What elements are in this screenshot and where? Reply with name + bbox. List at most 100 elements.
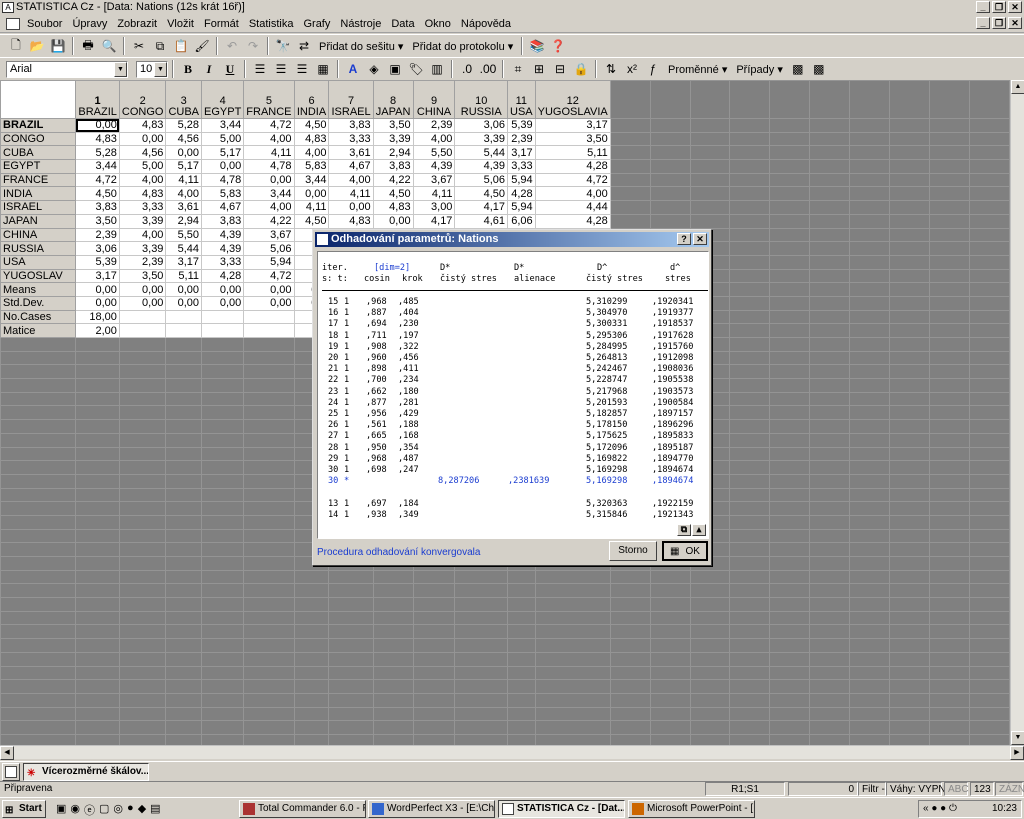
lock-icon[interactable]: 🔒 bbox=[571, 59, 591, 79]
table-cell[interactable]: 4,50 bbox=[293, 118, 330, 133]
scroll-left-icon[interactable]: ◀ bbox=[0, 746, 14, 760]
table-cell[interactable]: 0,00 bbox=[118, 282, 167, 297]
table-cell[interactable]: 0,00 bbox=[243, 282, 295, 297]
table-cell[interactable]: 4,56 bbox=[165, 131, 202, 147]
add-to-workbook-dropdown[interactable]: Přidat do sešitu ▾ bbox=[315, 40, 407, 53]
table-cell[interactable]: 3,39 bbox=[372, 131, 414, 147]
table-cell[interactable]: 0,00 bbox=[328, 200, 374, 215]
table-cell[interactable]: 4,83 bbox=[372, 200, 414, 215]
table-cell[interactable]: 3,44 bbox=[243, 186, 295, 202]
vertical-scrollbar[interactable]: ▲ ▼ bbox=[1010, 80, 1024, 745]
row-header[interactable]: INDIA bbox=[0, 186, 77, 202]
transform-icon[interactable]: x² bbox=[622, 59, 642, 79]
table-cell[interactable]: 0,00 bbox=[200, 282, 245, 297]
row-header[interactable]: USA bbox=[0, 254, 77, 270]
grid-corner[interactable] bbox=[0, 80, 77, 119]
table-cell[interactable]: 3,39 bbox=[118, 241, 167, 256]
copy-icon[interactable]: ⧉ bbox=[150, 36, 170, 56]
table-cell[interactable]: 3,00 bbox=[412, 200, 456, 215]
table-cell[interactable]: 4,72 bbox=[243, 268, 295, 284]
column-header[interactable]: 7 ISRAEL bbox=[328, 80, 374, 119]
table-cell[interactable]: 2,39 bbox=[75, 227, 120, 243]
table-cell[interactable]: 4,00 bbox=[412, 131, 456, 147]
fill-color-icon[interactable]: ◈ bbox=[364, 59, 384, 79]
ie-icon[interactable]: ⓔ bbox=[84, 802, 95, 818]
italic-button[interactable]: I bbox=[199, 59, 219, 79]
table-cell[interactable]: 3,33 bbox=[118, 200, 167, 215]
table-cell[interactable]: 4,67 bbox=[200, 200, 245, 215]
table-cell[interactable]: 0,00 bbox=[165, 282, 202, 297]
app-icon-button[interactable] bbox=[2, 763, 20, 781]
menu-item[interactable]: Vložit bbox=[162, 15, 199, 33]
table-cell[interactable]: 5,39 bbox=[507, 118, 536, 133]
task-wordperfect[interactable]: WordPerfect X3 - [E:\Ch... bbox=[368, 800, 495, 818]
table-cell[interactable]: 3,39 bbox=[454, 131, 509, 147]
table-cell[interactable]: 0,00 bbox=[75, 118, 120, 133]
menu-item[interactable]: Úpravy bbox=[67, 15, 112, 33]
table-cell[interactable]: 4,83 bbox=[118, 118, 167, 133]
cut-icon[interactable]: ✂ bbox=[129, 36, 149, 56]
cancel-button[interactable]: Storno bbox=[609, 541, 657, 561]
decimal-decrease-icon[interactable]: .00 bbox=[478, 59, 498, 79]
table-cell[interactable]: 5,50 bbox=[165, 227, 202, 243]
help-pointer-icon[interactable]: ❓ bbox=[548, 36, 568, 56]
decimal-increase-icon[interactable]: .0 bbox=[457, 59, 477, 79]
table-cell[interactable]: 5,94 bbox=[243, 254, 295, 270]
help-button[interactable]: ? bbox=[677, 233, 691, 245]
row-header[interactable]: BRAZIL bbox=[0, 118, 77, 133]
grid-pattern-2-icon[interactable]: ▩ bbox=[809, 59, 829, 79]
align-right-icon[interactable]: ☰ bbox=[292, 59, 312, 79]
doc-restore-button[interactable]: ❐ bbox=[992, 17, 1006, 29]
table-cell[interactable]: 3,61 bbox=[165, 200, 202, 215]
table-cell[interactable]: 0,00 bbox=[200, 159, 245, 174]
column-header[interactable]: 5 FRANCE bbox=[243, 80, 295, 119]
table-cell[interactable]: 4,39 bbox=[200, 241, 245, 256]
table-cell[interactable]: 4,83 bbox=[328, 213, 374, 229]
row-header[interactable]: CONGO bbox=[0, 131, 77, 147]
table-cell[interactable]: 4,50 bbox=[293, 213, 330, 229]
redo-icon[interactable]: ↷ bbox=[243, 36, 263, 56]
bold-button[interactable]: B bbox=[178, 59, 198, 79]
table-cell[interactable]: 4,78 bbox=[243, 159, 295, 174]
books-icon[interactable]: 📚 bbox=[527, 36, 547, 56]
filter-indicator[interactable]: Filtr - bbox=[858, 782, 886, 796]
row-header[interactable]: CUBA bbox=[0, 145, 77, 161]
table-cell[interactable]: 3,33 bbox=[507, 159, 536, 174]
table-cell[interactable]: 4,83 bbox=[293, 131, 330, 147]
open-folder-icon[interactable]: 📂 bbox=[27, 36, 47, 56]
menu-item[interactable]: Okno bbox=[420, 15, 456, 33]
print-preview-icon[interactable]: 🔍 bbox=[99, 36, 119, 56]
table-cell[interactable]: 5,83 bbox=[200, 186, 245, 202]
desktop-icon[interactable]: ▣ bbox=[56, 802, 66, 818]
table-cell[interactable]: 0,00 bbox=[200, 295, 245, 311]
print-icon[interactable]: 🖶 bbox=[78, 36, 98, 56]
ok-button[interactable]: ▦ OK bbox=[662, 541, 708, 561]
table-cell[interactable]: 5,11 bbox=[534, 145, 611, 161]
table-cell[interactable]: 4,17 bbox=[412, 213, 456, 229]
table-cell[interactable]: 3,50 bbox=[534, 131, 611, 147]
table-cell[interactable]: 4,11 bbox=[328, 186, 374, 202]
table-cell[interactable]: 3,17 bbox=[507, 145, 536, 161]
table-cell[interactable]: 5,50 bbox=[412, 145, 456, 161]
column-header[interactable]: 4 EGYPT bbox=[200, 80, 245, 119]
restore-button[interactable]: ❐ bbox=[992, 1, 1006, 13]
font-color-icon[interactable]: A bbox=[343, 59, 363, 79]
column-header[interactable]: 8 JAPAN bbox=[372, 80, 414, 119]
merge-icon[interactable]: ▦ bbox=[313, 59, 333, 79]
row-header[interactable]: Std.Dev. bbox=[0, 295, 77, 311]
add-to-protocol-dropdown[interactable]: Přidat do protokolu ▾ bbox=[408, 40, 517, 53]
table-cell[interactable]: 4,83 bbox=[75, 131, 120, 147]
table-cell[interactable]: 0,00 bbox=[293, 186, 330, 202]
table-cell[interactable]: 18,00 bbox=[75, 309, 120, 325]
row-header[interactable]: ISRAEL bbox=[0, 200, 77, 215]
horizontal-scrollbar[interactable]: ◀ ▶ bbox=[0, 745, 1024, 760]
table-cell[interactable]: 3,44 bbox=[293, 172, 330, 188]
table-cell[interactable]: 4,50 bbox=[454, 186, 509, 202]
table-cell[interactable]: 4,28 bbox=[200, 268, 245, 284]
table-cell[interactable]: 5,28 bbox=[165, 118, 202, 133]
table-cell[interactable] bbox=[165, 323, 202, 338]
table-cell[interactable]: 5,83 bbox=[293, 159, 330, 174]
tag-icon[interactable]: 🏷 bbox=[406, 59, 426, 79]
table-cell[interactable]: 4,22 bbox=[243, 213, 295, 229]
dialog-titlebar[interactable]: Odhadování parametrů: Nations ? ✕ bbox=[315, 232, 709, 247]
